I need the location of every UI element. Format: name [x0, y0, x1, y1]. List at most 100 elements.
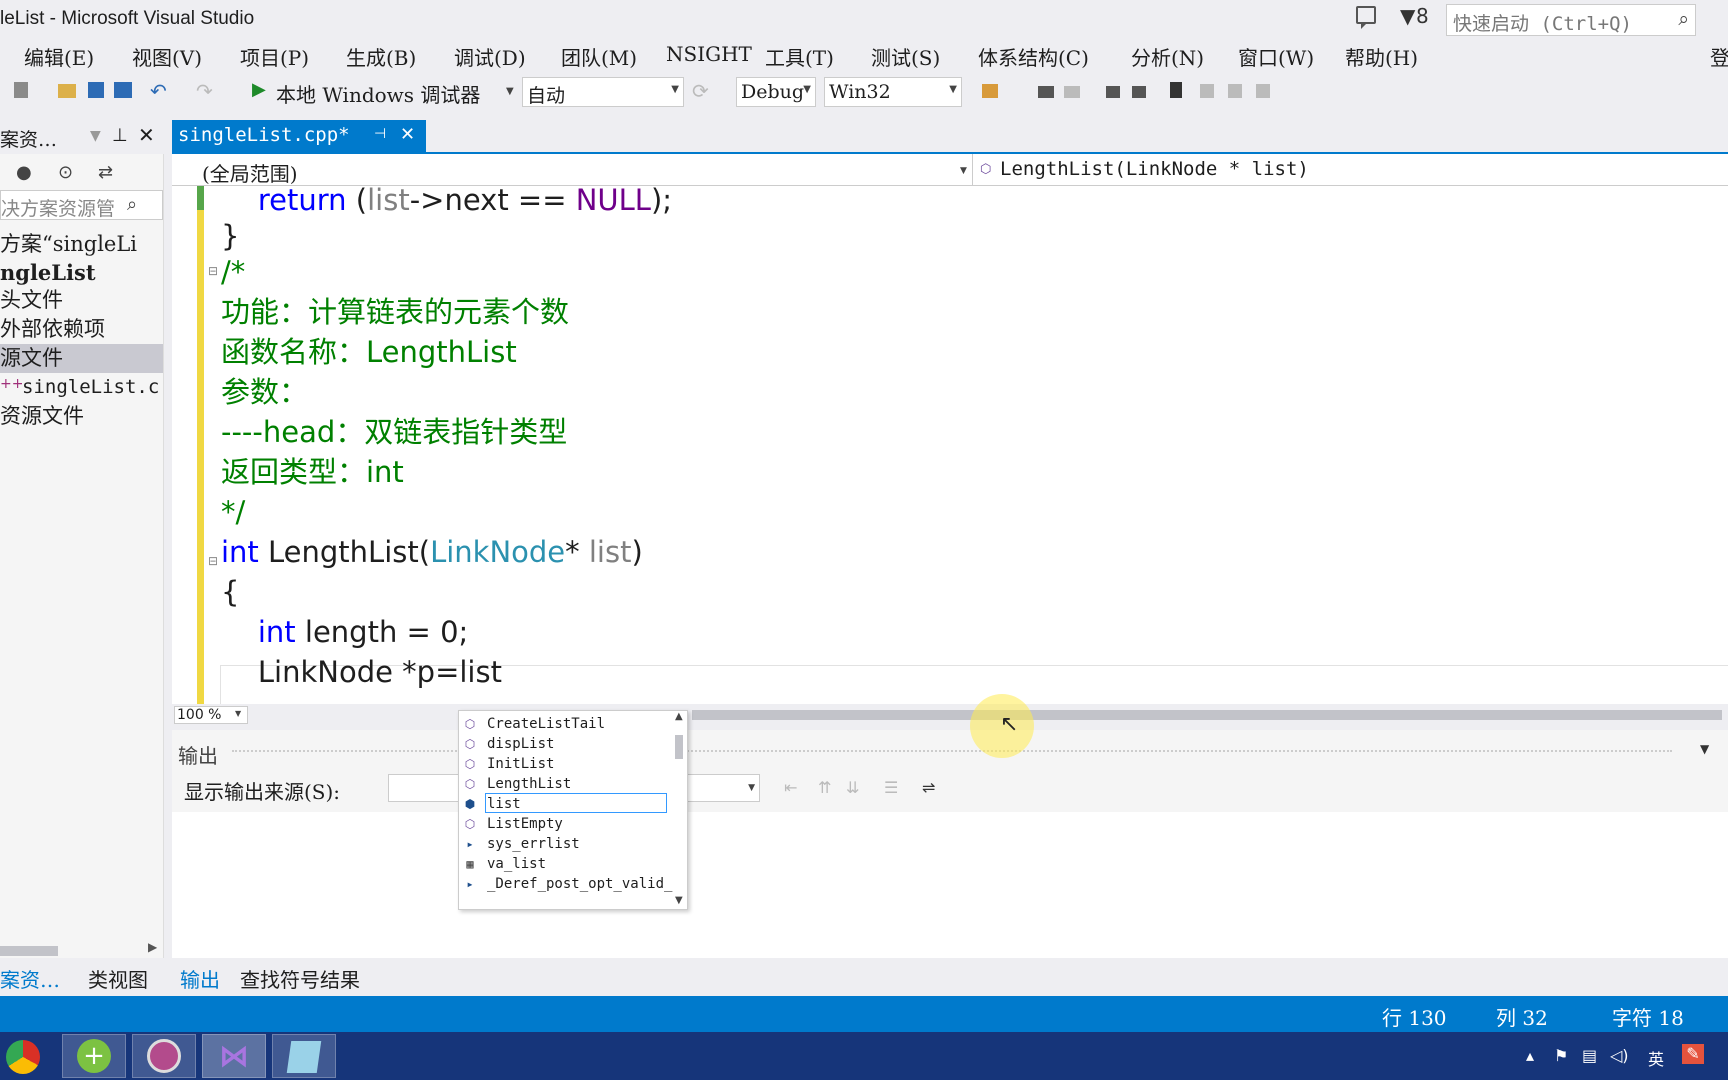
history-icon[interactable]: ⊙: [58, 162, 73, 183]
intellisense-item[interactable]: ⬡ dispList: [459, 733, 669, 755]
solution-mode-select[interactable]: 自动 ▼: [522, 77, 684, 107]
home-icon[interactable]: ●: [16, 162, 32, 183]
code-line[interactable]: /*: [221, 252, 245, 293]
menu-edit[interactable]: 编辑(E): [24, 42, 94, 71]
editor-horizontal-scrollbar[interactable]: [692, 710, 1722, 720]
menu-team[interactable]: 团队(M): [561, 42, 637, 71]
menu-architecture[interactable]: 体系结构(C): [978, 42, 1089, 71]
zoom-select[interactable]: 100 % ▼: [174, 706, 248, 724]
redo-icon[interactable]: ↷: [196, 79, 213, 103]
menu-debug[interactable]: 调试(D): [454, 42, 526, 71]
debugger-label[interactable]: 本地 Windows 调试器: [276, 79, 480, 108]
scope-dropdown[interactable]: (全局范围): [202, 158, 298, 187]
undo-icon[interactable]: ↶: [150, 79, 167, 103]
scroll-right-icon[interactable]: ▶: [148, 940, 157, 954]
clear-all-icon[interactable]: ☰: [884, 778, 898, 797]
tree-item-project[interactable]: ngleList: [0, 258, 96, 287]
function-dropdown[interactable]: LengthList(LinkNode * list): [1000, 158, 1309, 180]
uncomment-icon[interactable]: [1064, 86, 1080, 98]
debugger-dropdown-icon[interactable]: ▼: [506, 86, 514, 97]
open-file-icon[interactable]: [58, 84, 76, 98]
output-content[interactable]: [172, 812, 1728, 960]
word-wrap-icon[interactable]: ⇌: [922, 778, 935, 797]
pin-icon[interactable]: ⊥: [112, 125, 128, 146]
intellisense-item[interactable]: ▸ sys_errlist: [459, 833, 669, 855]
volume-icon[interactable]: ◁): [1610, 1046, 1629, 1065]
input-language[interactable]: 英: [1648, 1046, 1664, 1070]
clear-bookmarks-icon[interactable]: [1256, 84, 1270, 98]
find-in-files-icon[interactable]: [982, 84, 998, 98]
platform-select[interactable]: Win32 ▼: [824, 77, 962, 107]
flag-icon[interactable]: ⚑: [1554, 1046, 1568, 1065]
network-icon[interactable]: ▤: [1582, 1046, 1597, 1065]
configuration-select[interactable]: Debug ▼: [736, 77, 816, 107]
outdent-icon[interactable]: [1106, 86, 1120, 98]
menu-test[interactable]: 测试(S): [871, 42, 940, 71]
code-line[interactable]: int LengthList(LinkNode* list): [221, 532, 643, 573]
code-editor[interactable]: ⊟ ⊟ return (list->next == NULL);}/* 功能：计算…: [172, 186, 1728, 704]
ime-icon[interactable]: ✎: [1682, 1044, 1704, 1064]
code-line[interactable]: 返回类型：int: [221, 452, 404, 493]
intellisense-list[interactable]: ⬡ CreateListTail ⬡ dispList ⬡ InitList ⬡ Length…: [458, 710, 688, 910]
collapse-icon[interactable]: ⊟: [208, 554, 218, 568]
intellisense-item[interactable]: ⬡ CreateListTail: [459, 713, 669, 735]
notification-icon[interactable]: [1356, 6, 1376, 29]
scrollbar-thumb[interactable]: [675, 735, 683, 759]
comment-out-icon[interactable]: [1038, 86, 1054, 98]
refresh-icon[interactable]: ⟳: [692, 79, 709, 103]
notes-taskbar-button[interactable]: [272, 1034, 336, 1078]
intellisense-scrollbar[interactable]: ▲ ▼: [673, 711, 687, 909]
intellisense-item[interactable]: ⬡ InitList: [459, 753, 669, 775]
tree-item-resource-files[interactable]: 资源文件: [0, 402, 84, 431]
visual-studio-taskbar-button[interactable]: ⋈: [202, 1034, 266, 1078]
intellisense-item[interactable]: ⬡ ListEmpty: [459, 813, 669, 835]
tab-singlelist-cpp[interactable]: singleList.cpp* ⊣ ✕: [172, 120, 426, 152]
code-line[interactable]: LinkNode *p=list: [221, 652, 502, 693]
save-all-icon[interactable]: [114, 82, 132, 98]
collapse-icon[interactable]: ⊟: [208, 264, 218, 278]
tree-item-cpp-file[interactable]: singleList.c: [22, 373, 159, 402]
app-taskbar-button[interactable]: +: [62, 1034, 126, 1078]
dropdown-icon[interactable]: ▼: [90, 128, 101, 144]
quick-launch-input[interactable]: 快速启动 (Ctrl+Q) ⌕: [1446, 4, 1696, 36]
menu-project[interactable]: 项目(P): [240, 42, 309, 71]
find-message-icon[interactable]: ⇤: [784, 778, 797, 797]
code-line[interactable]: int length = 0;: [221, 612, 468, 653]
chevron-down-icon[interactable]: ▼: [960, 166, 967, 176]
close-icon[interactable]: ✕: [138, 123, 155, 147]
code-line[interactable]: 功能：计算链表的元素个数: [221, 292, 569, 333]
solution-search-input[interactable]: 决方案资源管 ⌕: [0, 190, 163, 220]
intellisense-item[interactable]: ▦ va_list: [459, 853, 669, 875]
code-line[interactable]: {: [221, 572, 239, 613]
chevron-down-icon[interactable]: ▼: [1700, 742, 1709, 756]
menu-build[interactable]: 生成(B): [346, 42, 416, 71]
tray-expand-icon[interactable]: ▴: [1526, 1046, 1534, 1065]
code-line[interactable]: 函数名称：LengthList: [221, 332, 517, 373]
tab-find-symbol-results[interactable]: 查找符号结果: [240, 964, 360, 993]
code-line[interactable]: }: [221, 216, 239, 257]
prev-message-icon[interactable]: ⇈: [818, 778, 831, 797]
new-project-icon[interactable]: [14, 82, 28, 98]
intellisense-item[interactable]: ▸ _Deref_post_opt_valid_: [459, 873, 672, 895]
tree-item-solution[interactable]: 方案“singleLi: [0, 230, 137, 259]
prev-bookmark-icon[interactable]: [1200, 84, 1214, 98]
indent-icon[interactable]: [1132, 86, 1146, 98]
intellisense-item[interactable]: ⬢ list: [459, 793, 669, 815]
intellisense-item[interactable]: ⬡ LengthList: [459, 773, 669, 795]
gauge-taskbar-button[interactable]: [132, 1034, 196, 1078]
save-icon[interactable]: [88, 82, 104, 98]
start-debug-icon[interactable]: ▶: [252, 79, 266, 100]
next-message-icon[interactable]: ⇊: [846, 778, 859, 797]
tab-output[interactable]: 输出: [180, 964, 220, 993]
sync-icon[interactable]: ⇄: [98, 162, 113, 183]
chrome-taskbar-button[interactable]: [0, 1034, 50, 1078]
menu-help[interactable]: 帮助(H): [1345, 42, 1418, 71]
scroll-up-icon[interactable]: ▲: [675, 711, 683, 722]
bookmark-icon[interactable]: [1170, 82, 1182, 98]
menu-analyze[interactable]: 分析(N): [1131, 42, 1204, 71]
close-tab-icon[interactable]: ✕: [400, 124, 415, 145]
tree-item-external-deps[interactable]: 外部依赖项: [0, 315, 105, 344]
menu-view[interactable]: 视图(V): [132, 42, 202, 71]
tab-solution-explorer[interactable]: 案资…: [0, 964, 60, 993]
feedback-filter-icon[interactable]: ▼: [1400, 4, 1415, 28]
